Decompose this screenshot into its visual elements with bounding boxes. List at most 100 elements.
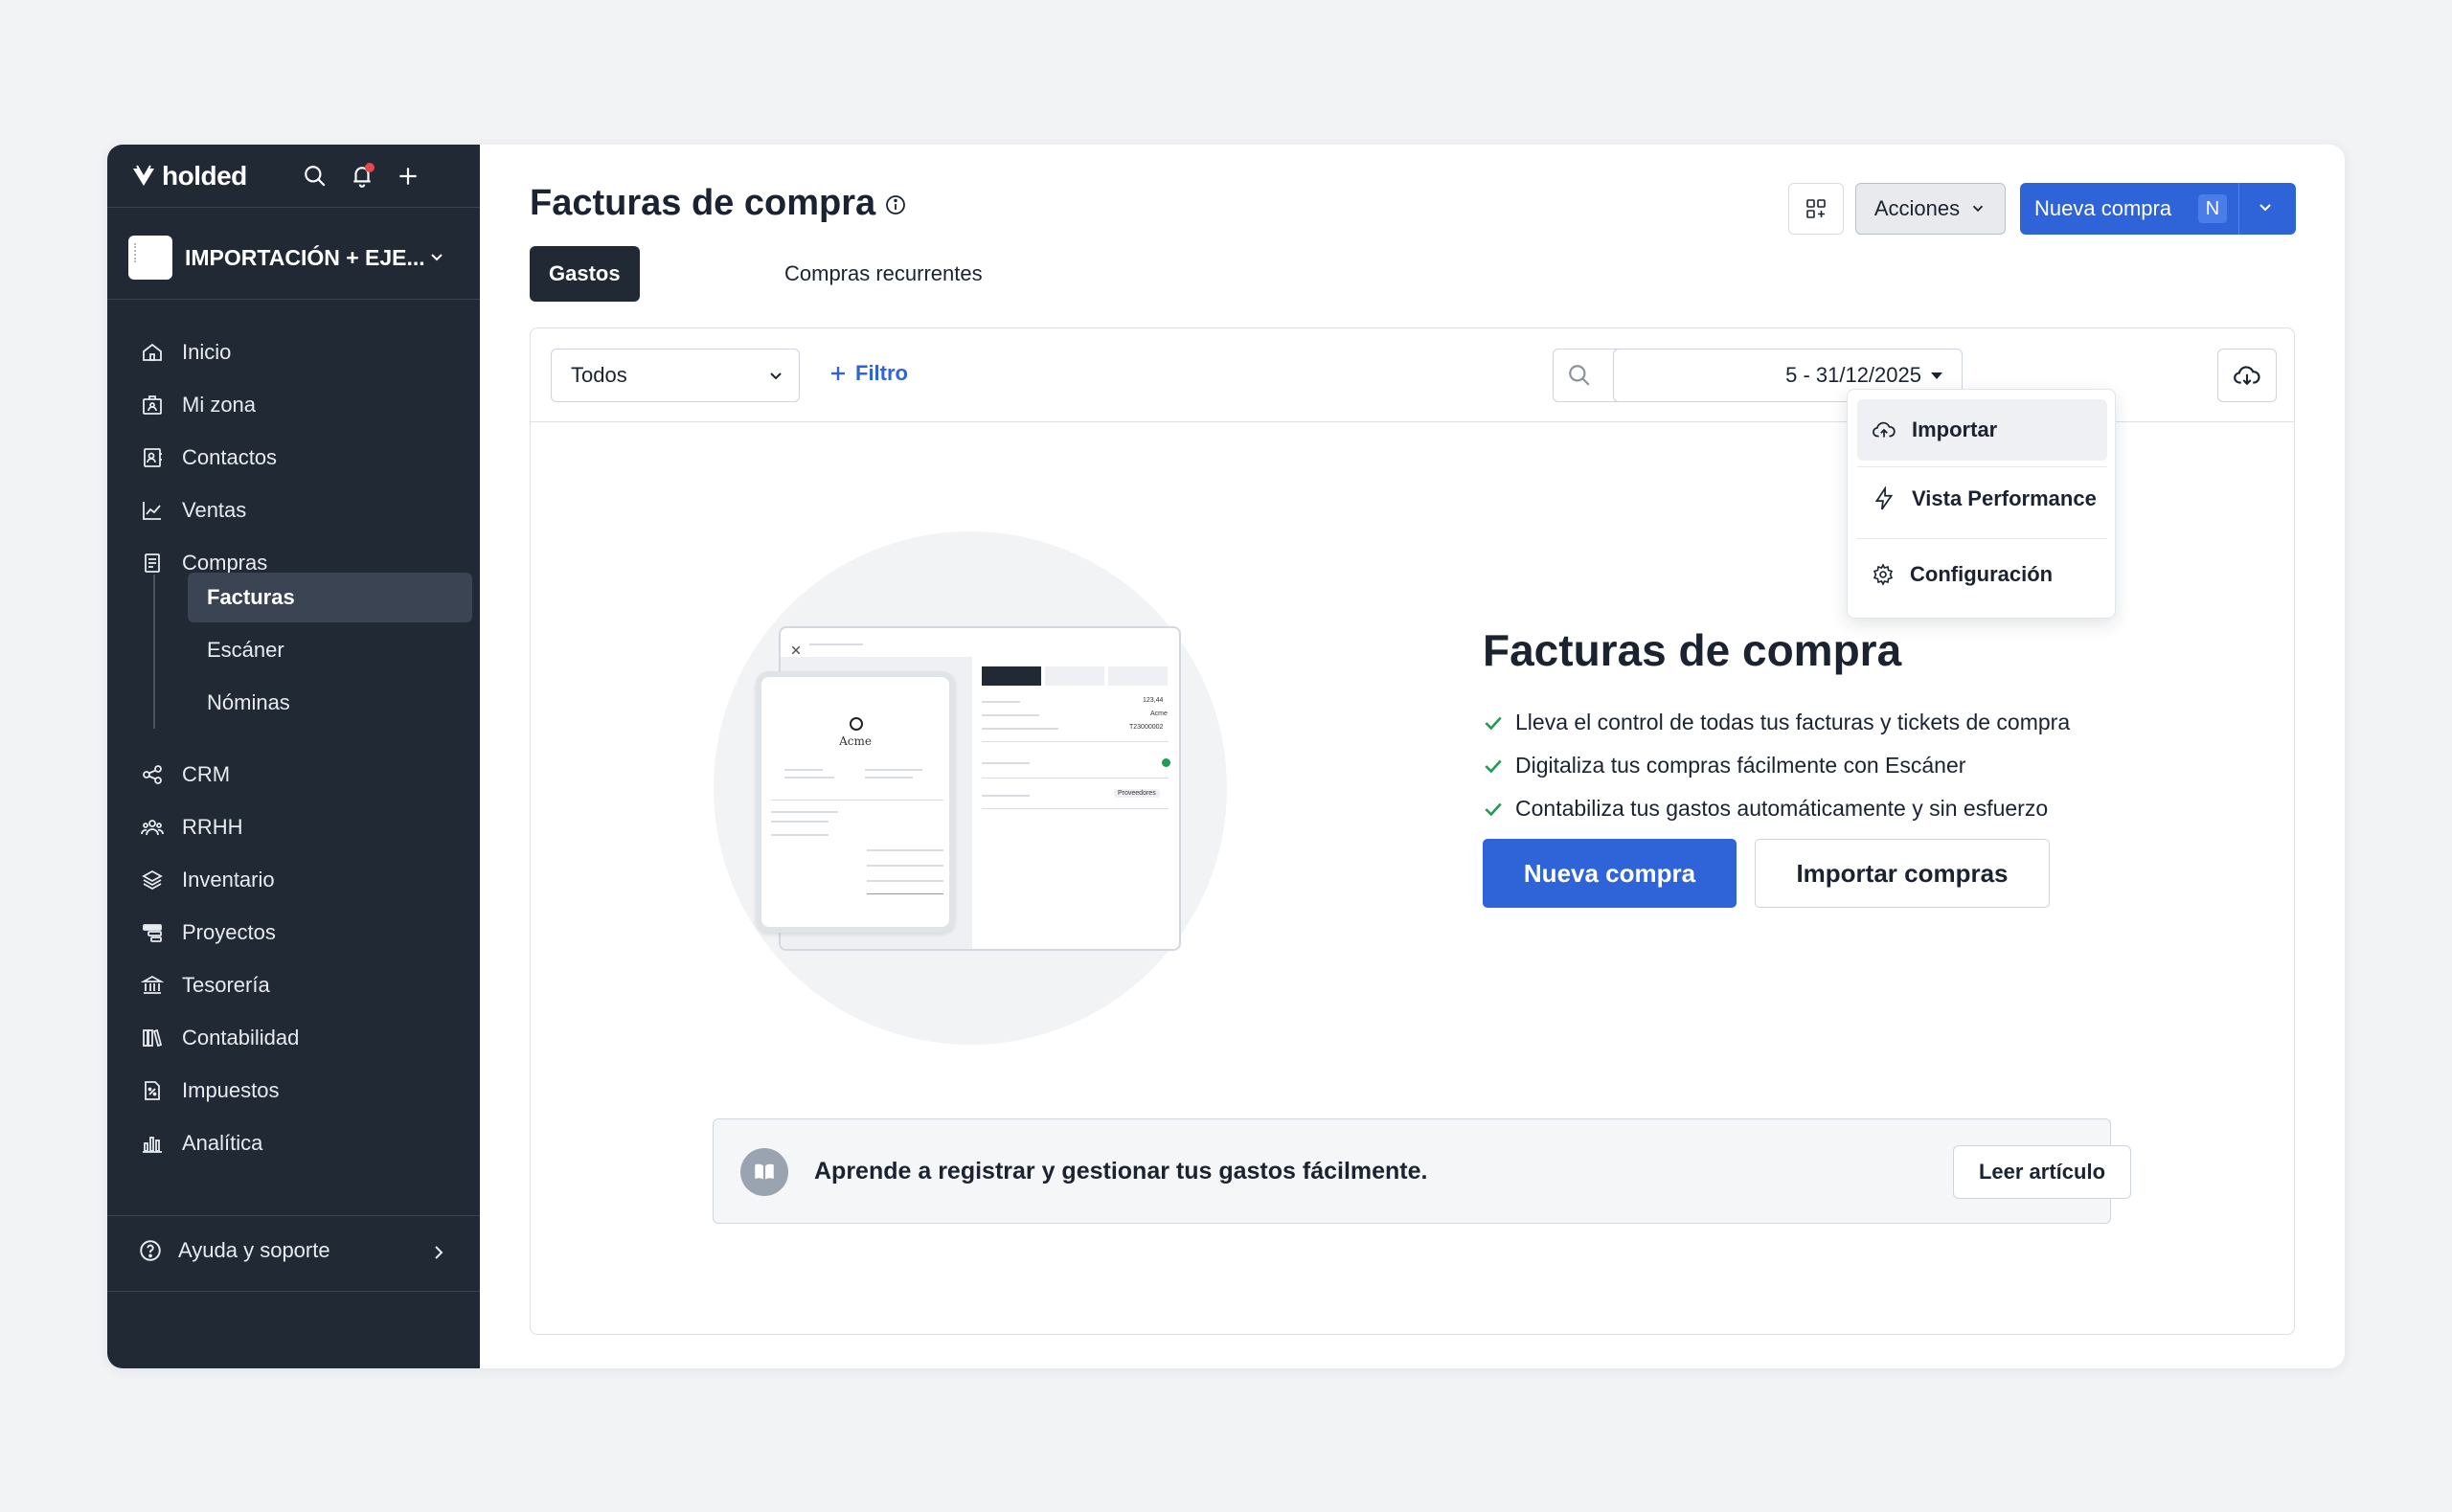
- sidebar-subitem-facturas[interactable]: Facturas: [188, 573, 472, 622]
- check-icon: [1485, 716, 1502, 730]
- search-icon[interactable]: [301, 162, 329, 191]
- help-circle-icon: [140, 1240, 161, 1261]
- add-filter-button[interactable]: Filtro: [829, 361, 908, 386]
- illustration-line: [982, 762, 1030, 764]
- gear-icon: [1873, 563, 1894, 586]
- split-divider: [2238, 183, 2239, 235]
- cloud-upload-icon: [1873, 421, 1896, 438]
- plus-icon: [831, 367, 845, 380]
- id-badge-icon: [143, 395, 162, 415]
- menu-item-label: Vista Performance: [1912, 486, 2097, 510]
- sidebar-item-label: Proyectos: [182, 920, 276, 944]
- chevron-right-icon[interactable]: [429, 1243, 448, 1267]
- illustration-line: [867, 893, 943, 894]
- menu-item-label: Importar: [1912, 417, 1998, 441]
- apps-add-icon: [1806, 199, 1826, 218]
- receipt-icon: [145, 553, 160, 573]
- check-icon: [1485, 802, 1502, 816]
- download-button[interactable]: [2217, 349, 2277, 402]
- share-icon: [143, 765, 162, 784]
- filter-label: Filtro: [855, 361, 908, 385]
- illustration-tablet: Acme: [756, 671, 955, 933]
- sidebar-item-mi-zona[interactable]: Mi zona: [141, 386, 256, 424]
- illustration-line: [771, 834, 829, 836]
- menu-item-vista-performance[interactable]: Vista Performance: [1857, 468, 2107, 530]
- sidebar-item-impuestos[interactable]: Impuestos: [141, 1072, 280, 1110]
- sidebar-item-inicio[interactable]: Inicio: [141, 333, 231, 372]
- sidebar-item-crm[interactable]: CRM: [141, 756, 230, 794]
- sidebar-item-tesoreria[interactable]: Tesorería: [141, 966, 270, 1004]
- sidebar-item-proyectos[interactable]: Proyectos: [141, 914, 276, 952]
- tab-gastos[interactable]: Gastos: [530, 246, 640, 302]
- learn-text: Aprende a registrar y gestionar tus gast…: [814, 1158, 1428, 1185]
- chevron-down-icon[interactable]: [2256, 198, 2275, 223]
- submenu-line: [153, 575, 155, 729]
- feature-text: Lleva el control de todas tus facturas y…: [1515, 710, 2071, 734]
- sidebar-item-label: Inventario: [182, 868, 275, 891]
- bar-chart-icon: [143, 1137, 162, 1153]
- sidebar-item-inventario[interactable]: Inventario: [141, 861, 275, 899]
- sidebar: holded IMPORTACIÓN + EJE... Inicio Mi zo…: [107, 145, 480, 1368]
- app-window: holded IMPORTACIÓN + EJE... Inicio Mi zo…: [107, 145, 2345, 1368]
- illustration-line: [771, 821, 829, 823]
- nueva-compra-split-button[interactable]: Nueva compra N: [2020, 183, 2296, 235]
- illustration-line: [982, 778, 1169, 779]
- sidebar-item-rrhh[interactable]: RRHH: [141, 808, 243, 846]
- check-icon: [1162, 758, 1170, 767]
- illustration-ref: T23000002: [1129, 724, 1164, 731]
- sidebar-subitem-nominas[interactable]: Nóminas: [188, 678, 472, 728]
- holded-logo[interactable]: holded: [131, 161, 247, 191]
- plus-icon[interactable]: [394, 162, 422, 191]
- bell-icon[interactable]: [348, 162, 376, 191]
- acciones-menu: Importar Vista Performance Configuración: [1847, 389, 2116, 619]
- illustration-brand: Acme: [839, 734, 872, 748]
- search-icon: [1569, 365, 1590, 386]
- menu-divider: [1857, 466, 2107, 467]
- sidebar-item-contactos[interactable]: Contactos: [141, 439, 277, 477]
- holded-logo-icon: [133, 165, 154, 186]
- acciones-button[interactable]: Acciones: [1855, 183, 2006, 235]
- feature-text: Contabiliza tus gastos automáticamente y…: [1515, 796, 2049, 821]
- leer-articulo-button[interactable]: Leer artículo: [1953, 1145, 2131, 1199]
- people-icon: [141, 820, 164, 836]
- learn-banner: Aprende a registrar y gestionar tus gast…: [713, 1118, 2131, 1224]
- sidebar-item-label: Tesorería: [182, 973, 270, 997]
- sidebar-subitem-escaner[interactable]: Escáner: [188, 625, 472, 675]
- illustration-line: [867, 849, 943, 851]
- home-icon: [143, 343, 162, 361]
- illustration-line: [982, 728, 1058, 730]
- info-icon[interactable]: [884, 193, 907, 221]
- help-support-button[interactable]: Ayuda y soporte: [138, 1238, 330, 1263]
- chart-line-icon: [143, 502, 161, 520]
- feature-text: Digitaliza tus compras fácilmente con Es…: [1515, 753, 1966, 778]
- chevron-down-icon[interactable]: [427, 248, 446, 272]
- company-logo: [128, 236, 172, 280]
- bank-icon: [141, 975, 164, 994]
- sidebar-item-label: Impuestos: [182, 1078, 280, 1102]
- menu-divider: [1857, 538, 2107, 539]
- status-select[interactable]: Todos: [551, 349, 800, 402]
- nueva-compra-button[interactable]: Nueva compra: [1483, 839, 1737, 908]
- illustration-line: [865, 777, 913, 779]
- menu-item-configuracion[interactable]: Configuración: [1857, 544, 2107, 605]
- sidebar-item-label: Inicio: [182, 340, 232, 364]
- sidebar-item-label: Mi zona: [182, 393, 257, 417]
- sidebar-item-label: Analítica: [182, 1131, 263, 1155]
- importar-compras-button[interactable]: Importar compras: [1755, 839, 2050, 908]
- illustration-tab: [1045, 666, 1104, 686]
- sidebar-item-ventas[interactable]: Ventas: [141, 491, 246, 530]
- feature-item: Contabiliza tus gastos automáticamente y…: [1483, 796, 2048, 822]
- nueva-compra-label[interactable]: Nueva compra: [2020, 196, 2171, 221]
- company-name[interactable]: IMPORTACIÓN + EJE...: [185, 245, 425, 271]
- illustration-line: [784, 769, 823, 771]
- apps-grid-button[interactable]: [1788, 183, 1844, 235]
- brand-name: holded: [162, 161, 247, 191]
- illustration-badge: Proveedores: [1114, 789, 1160, 798]
- sidebar-item-label: Contabilidad: [182, 1026, 300, 1049]
- contacts-icon: [144, 448, 162, 467]
- sidebar-item-contabilidad[interactable]: Contabilidad: [141, 1019, 299, 1057]
- illustration-amount: 123,44: [1143, 697, 1164, 704]
- menu-item-importar[interactable]: Importar: [1857, 399, 2107, 461]
- sidebar-item-analitica[interactable]: Analítica: [141, 1124, 262, 1162]
- tab-compras-recurrentes[interactable]: Compras recurrentes: [765, 246, 1002, 302]
